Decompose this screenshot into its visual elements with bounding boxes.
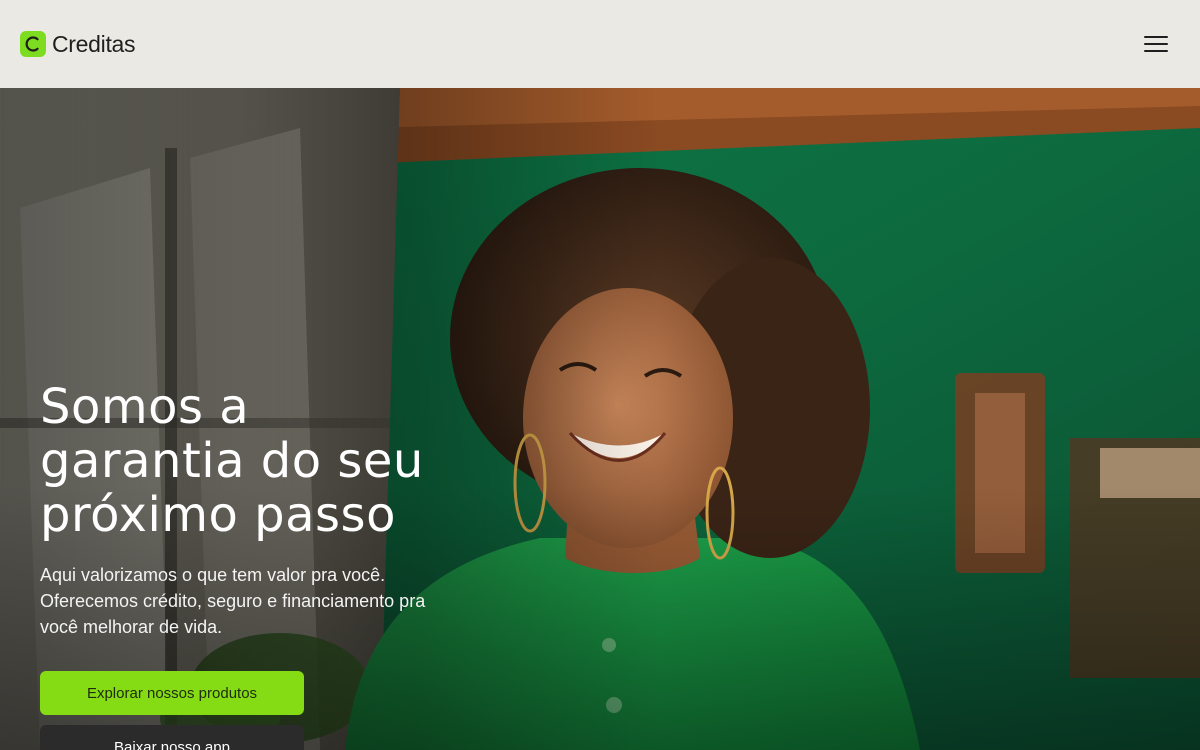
hero-title-line-3: próximo passo	[40, 487, 396, 543]
download-app-button[interactable]: Baixar nosso app	[40, 725, 304, 750]
hero-content: Somos a garantia do seu próximo passo Aq…	[40, 380, 470, 750]
creditas-c-logo-icon	[20, 31, 46, 57]
hero-title-line-1: Somos a	[40, 379, 250, 435]
explore-products-button[interactable]: Explorar nossos produtos	[40, 671, 304, 715]
hero-section: Somos a garantia do seu próximo passo Aq…	[0, 88, 1200, 750]
site-header: Creditas	[0, 0, 1200, 88]
hero-subtitle: Aqui valorizamos o que tem valor pra voc…	[40, 565, 426, 637]
creditas-logo[interactable]: Creditas	[20, 30, 136, 58]
hero-title: Somos a garantia do seu próximo passo	[40, 380, 470, 542]
brand-name: Creditas	[52, 30, 136, 57]
hero-title-line-2: garantia do seu	[40, 433, 424, 489]
hamburger-menu-icon[interactable]	[1144, 34, 1168, 54]
